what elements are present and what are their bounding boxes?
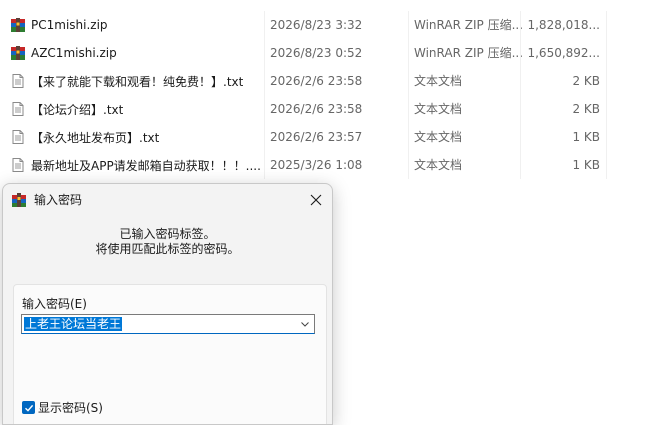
file-type: 文本文档 xyxy=(414,130,463,144)
column-separator xyxy=(520,11,521,39)
column-separator xyxy=(520,95,521,123)
file-row[interactable]: 最新地址及APP请发邮箱自动获取！！！.... 2025/3/26 1:08 文… xyxy=(0,151,672,179)
file-size: 2 KB xyxy=(572,102,600,116)
file-name: 【永久地址发布页】.txt xyxy=(31,130,160,145)
file-name: 【论坛介绍】.txt xyxy=(31,102,124,117)
column-separator xyxy=(606,123,607,151)
checkbox-checked-icon[interactable] xyxy=(22,401,35,414)
file-type: WinRAR ZIP 压缩... xyxy=(414,46,524,60)
column-separator xyxy=(606,67,607,95)
column-separator xyxy=(606,151,607,179)
file-name-cell[interactable]: PC1mishi.zip xyxy=(10,11,264,39)
column-separator xyxy=(408,11,409,39)
file-size: 1,828,018... xyxy=(527,18,600,32)
file-name-cell[interactable]: 【永久地址发布页】.txt xyxy=(10,123,264,151)
file-name-cell[interactable]: 【论坛介绍】.txt xyxy=(10,95,264,123)
password-group: 输入密码(E) 上老王论坛当老王 显示密码(S) xyxy=(13,284,327,424)
file-size: 1 KB xyxy=(572,130,600,144)
column-separator xyxy=(264,123,265,151)
password-dialog: 输入密码 已输入密码标签。 将使用匹配此标签的密码。 输入密码(E) 上老王论坛… xyxy=(2,183,333,425)
info-line-2: 将使用匹配此标签的密码。 xyxy=(95,242,240,256)
file-type: WinRAR ZIP 压缩... xyxy=(414,18,524,32)
column-separator xyxy=(264,39,265,67)
column-separator xyxy=(520,39,521,67)
file-date: 2026/2/6 23:58 xyxy=(270,74,363,88)
close-button[interactable] xyxy=(300,184,332,216)
file-name-cell[interactable]: 【来了就能下载和观看！纯免费！】.txt xyxy=(10,67,264,95)
password-label: 输入密码(E) xyxy=(22,297,87,311)
column-separator xyxy=(264,67,265,95)
column-separator xyxy=(520,123,521,151)
file-size: 1 KB xyxy=(572,158,600,172)
column-separator xyxy=(606,95,607,123)
column-separator xyxy=(408,151,409,179)
file-date: 2026/8/23 3:32 xyxy=(270,18,363,32)
chevron-down-icon[interactable] xyxy=(299,318,311,330)
text-file-icon xyxy=(10,73,26,89)
password-value[interactable]: 上老王论坛当老王 xyxy=(24,317,123,331)
file-row[interactable]: 【来了就能下载和观看！纯免费！】.txt 2026/2/6 23:58 文本文档… xyxy=(0,67,672,95)
info-line-1: 已输入密码标签。 xyxy=(119,227,216,241)
file-row[interactable]: 【论坛介绍】.txt 2026/2/6 23:58 文本文档 2 KB xyxy=(0,95,672,123)
show-password-checkbox[interactable]: 显示密码(S) xyxy=(22,399,103,416)
show-password-label: 显示密码(S) xyxy=(38,401,103,415)
column-separator xyxy=(520,151,521,179)
file-name: AZC1mishi.zip xyxy=(31,46,117,60)
file-row[interactable]: 【永久地址发布页】.txt 2026/2/6 23:57 文本文档 1 KB xyxy=(0,123,672,151)
file-type: 文本文档 xyxy=(414,102,463,116)
file-size: 1,650,892... xyxy=(527,46,600,60)
password-label-info: 已输入密码标签。 将使用匹配此标签的密码。 xyxy=(3,227,332,257)
file-name: 最新地址及APP请发邮箱自动获取！！！.... xyxy=(31,158,261,173)
checkmark-icon xyxy=(24,404,33,412)
column-separator xyxy=(606,11,607,39)
file-date: 2026/8/23 0:52 xyxy=(270,46,363,60)
file-date: 2025/3/26 1:08 xyxy=(270,158,363,172)
file-name-cell[interactable]: AZC1mishi.zip xyxy=(10,39,264,67)
text-file-icon xyxy=(10,157,26,173)
column-separator xyxy=(520,67,521,95)
file-list: PC1mishi.zip 2026/8/23 3:32 WinRAR ZIP 压… xyxy=(0,11,672,179)
column-separator xyxy=(264,151,265,179)
file-name-cell[interactable]: 最新地址及APP请发邮箱自动获取！！！.... xyxy=(10,151,264,179)
file-type: 文本文档 xyxy=(414,158,463,172)
winrar-archive-icon xyxy=(10,45,26,61)
password-combobox[interactable]: 上老王论坛当老王 xyxy=(21,314,315,334)
winrar-app-icon xyxy=(11,192,27,208)
file-name: PC1mishi.zip xyxy=(31,18,108,32)
column-separator xyxy=(408,67,409,95)
text-file-icon xyxy=(10,129,26,145)
file-name: 【来了就能下载和观看！纯免费！】.txt xyxy=(31,74,244,89)
column-separator xyxy=(408,95,409,123)
column-separator xyxy=(408,123,409,151)
file-date: 2026/2/6 23:57 xyxy=(270,130,363,144)
winrar-archive-icon xyxy=(10,17,26,33)
text-file-icon xyxy=(10,101,26,117)
file-row[interactable]: AZC1mishi.zip 2026/8/23 0:52 WinRAR ZIP … xyxy=(0,39,672,67)
column-separator xyxy=(606,39,607,67)
close-icon xyxy=(310,194,322,206)
file-row[interactable]: PC1mishi.zip 2026/8/23 3:32 WinRAR ZIP 压… xyxy=(0,11,672,39)
column-separator xyxy=(264,11,265,39)
dialog-title-bar[interactable]: 输入密码 xyxy=(3,184,332,216)
column-separator xyxy=(408,39,409,67)
file-type: 文本文档 xyxy=(414,74,463,88)
file-date: 2026/2/6 23:58 xyxy=(270,102,363,116)
dialog-title: 输入密码 xyxy=(34,193,83,207)
file-size: 2 KB xyxy=(572,74,600,88)
column-separator xyxy=(264,95,265,123)
